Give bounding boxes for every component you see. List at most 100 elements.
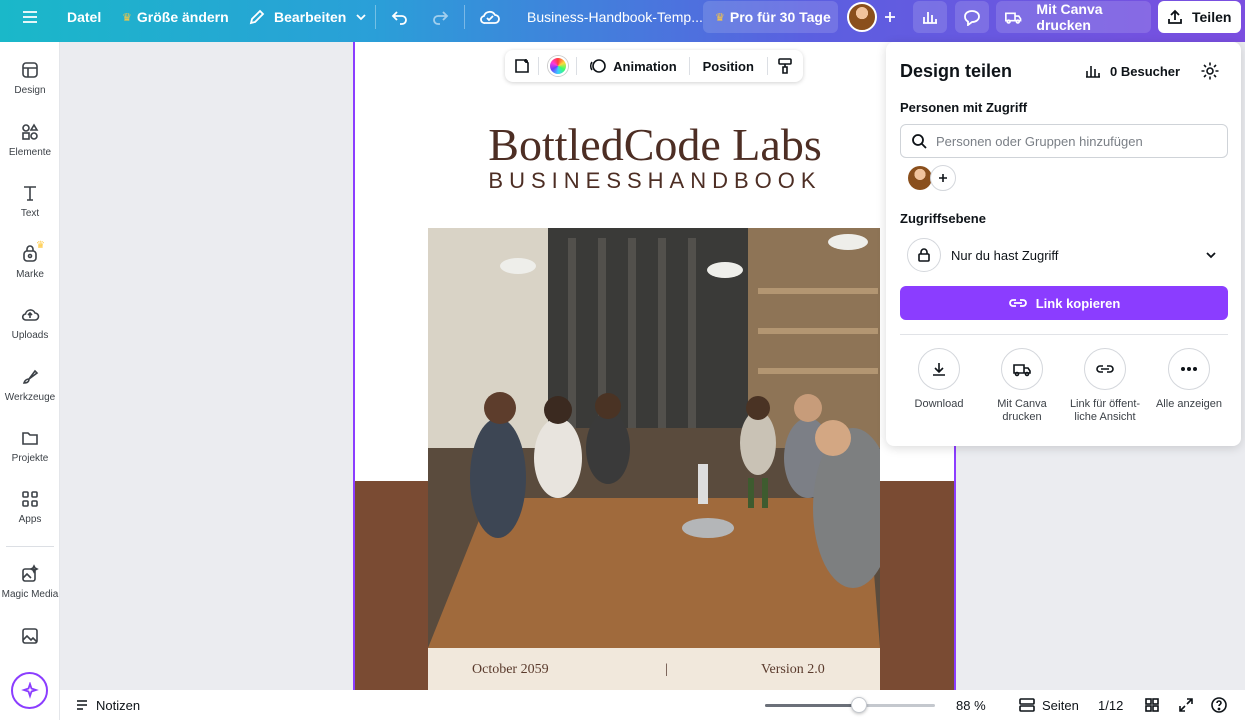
- menu-icon[interactable]: [20, 0, 40, 34]
- sidebar-item-text[interactable]: Text: [0, 183, 60, 219]
- animation-icon: [590, 59, 606, 73]
- share-panel: Design teilen 0 Besucher Personen mit Zu…: [886, 42, 1241, 446]
- document-title-text: Business-Handbook-Temp...: [527, 9, 703, 25]
- sidebar-item-projects[interactable]: Projekte: [0, 428, 60, 464]
- insights-icon[interactable]: [913, 1, 947, 33]
- avatar[interactable]: [908, 166, 932, 190]
- truck-icon: [1013, 364, 1031, 377]
- sidebar-item-label: Elemente: [8, 147, 52, 158]
- pages-icon: [1019, 698, 1035, 712]
- position-button[interactable]: Position: [690, 59, 767, 74]
- file-menu-label: Datel: [67, 9, 102, 25]
- download-action[interactable]: Download: [897, 348, 981, 411]
- brand-title[interactable]: BottledCode Labs: [355, 118, 954, 171]
- print-action[interactable]: Mit Canva drucken: [980, 348, 1064, 424]
- zoom-label: 88 %: [956, 697, 986, 713]
- visitors-button[interactable]: 0 Besucher: [1084, 62, 1180, 80]
- sidebar-item-label: Uploads: [11, 330, 49, 341]
- share-label: Teilen: [1192, 9, 1232, 25]
- help-icon[interactable]: [1210, 690, 1228, 720]
- magic-assistant-button[interactable]: [11, 672, 48, 709]
- document-title[interactable]: Business-Handbook-Temp...: [527, 0, 703, 34]
- add-collaborator-icon[interactable]: [882, 0, 898, 34]
- design-icon: [22, 62, 38, 78]
- link-icon: [1008, 299, 1027, 307]
- photo-illustration: [428, 228, 880, 648]
- element-toolbar: Animation Position: [505, 50, 803, 82]
- image-icon: [22, 628, 38, 644]
- apps-icon: [22, 491, 38, 507]
- design-page[interactable]: BottledCode Labs BUSINESSHANDBOOK Octobe…: [353, 42, 956, 690]
- link-icon: [1096, 365, 1114, 373]
- add-page-icon[interactable]: [505, 57, 538, 75]
- sidebar-item-magic-media[interactable]: Magic Media: [0, 564, 60, 600]
- people-search-input[interactable]: Personen oder Gruppen hinzufügen: [900, 124, 1228, 158]
- notes-button[interactable]: Notizen: [74, 690, 140, 720]
- crown-icon: ♛: [715, 11, 725, 24]
- cloud-save-icon[interactable]: [479, 0, 501, 34]
- public-link-label: Link für öffent-liche Ansicht: [1069, 398, 1141, 423]
- top-bar: Datel ♛ Größe ändern Bearbeiten Business…: [0, 0, 1245, 42]
- sidebar-item-label: Werkzeuge: [4, 392, 56, 403]
- cover-footer: October 2059 | Version 2.0: [428, 648, 880, 690]
- settings-gear-icon[interactable]: [1200, 61, 1220, 86]
- print-with-canva-button[interactable]: Mit Canva drucken: [996, 1, 1151, 33]
- visitors-label: 0 Besucher: [1110, 63, 1181, 79]
- copy-link-button[interactable]: Link kopieren: [900, 286, 1228, 320]
- sidebar-item-tools[interactable]: Werkzeuge: [0, 367, 60, 403]
- add-person-icon[interactable]: [930, 165, 956, 191]
- sidebar-divider: [6, 546, 54, 547]
- zoom-slider[interactable]: [765, 697, 935, 713]
- zoom-slider-thumb[interactable]: [850, 697, 867, 713]
- page-counter[interactable]: 1/12: [1098, 690, 1123, 720]
- sidebar-item-brand[interactable]: Marke ♛: [0, 240, 60, 280]
- format-painter-icon[interactable]: [768, 57, 803, 75]
- magic-media-icon: [22, 564, 39, 582]
- pages-button[interactable]: Seiten: [1018, 690, 1079, 720]
- sidebar-item-uploads[interactable]: Uploads: [0, 305, 60, 341]
- truck-icon: [1005, 12, 1022, 24]
- pro-trial-label: Pro für 30 Tage: [729, 9, 831, 25]
- zoom-value[interactable]: 88 %: [956, 690, 986, 720]
- fullscreen-icon[interactable]: [1178, 690, 1194, 720]
- crown-icon: ♛: [122, 11, 132, 24]
- grid-view-icon[interactable]: [1144, 690, 1160, 720]
- panel-divider: [900, 334, 1228, 335]
- redo-icon[interactable]: [430, 0, 450, 34]
- sidebar-item-image-app[interactable]: [0, 626, 60, 651]
- file-menu[interactable]: Datel: [67, 0, 101, 34]
- search-icon: [912, 134, 927, 149]
- upload-icon: [21, 309, 40, 321]
- edit-menu[interactable]: Bearbeiten: [248, 0, 368, 34]
- animation-label: Animation: [613, 58, 677, 74]
- copy-link-label: Link kopieren: [1035, 295, 1121, 311]
- print-label: Mit Canva drucken: [1036, 1, 1103, 33]
- team-meeting-photo[interactable]: [428, 228, 880, 648]
- lock-icon: [907, 238, 941, 272]
- people-search-placeholder: Personen oder Gruppen hinzufügen: [936, 133, 1143, 149]
- more-icon: [1181, 367, 1197, 371]
- cover-version[interactable]: Version 2.0: [761, 662, 825, 678]
- show-all-action[interactable]: Alle anzeigen: [1147, 348, 1231, 411]
- pro-trial-button[interactable]: ♛ Pro für 30 Tage: [703, 1, 838, 33]
- comment-icon[interactable]: [955, 1, 989, 33]
- sidebar-item-apps[interactable]: Apps: [0, 489, 60, 525]
- chevron-down-icon: [356, 14, 366, 21]
- tools-icon: [22, 369, 39, 384]
- share-button[interactable]: Teilen: [1158, 1, 1241, 33]
- color-picker-icon[interactable]: [539, 56, 576, 76]
- sparkle-icon: [20, 681, 39, 699]
- cover-date[interactable]: October 2059: [472, 662, 549, 678]
- sidebar-item-design[interactable]: Design: [0, 60, 60, 96]
- sidebar-item-label: Apps: [18, 514, 42, 525]
- edit-label: Bearbeiten: [274, 9, 347, 25]
- undo-icon[interactable]: [390, 0, 410, 34]
- access-level-select[interactable]: Nur du hast Zugriff: [900, 235, 1228, 275]
- resize-button[interactable]: ♛ Größe ändern: [122, 0, 229, 34]
- sidebar-item-label: Design: [14, 85, 46, 96]
- sidebar-item-elements[interactable]: Elemente: [0, 122, 60, 158]
- animation-button[interactable]: Animation: [577, 57, 689, 75]
- public-link-action[interactable]: Link für öffent-liche Ansicht: [1063, 348, 1147, 424]
- avatar[interactable]: [847, 0, 877, 34]
- handbook-subtitle[interactable]: BUSINESSHANDBOOK: [355, 168, 954, 194]
